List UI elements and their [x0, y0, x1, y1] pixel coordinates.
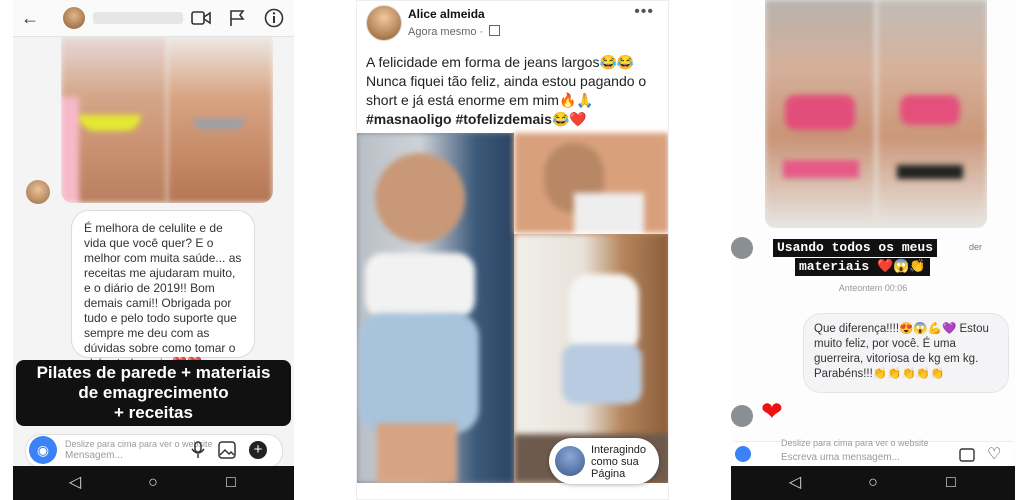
interacting-as-page-toggle[interactable]: Interagindo como sua Página — [549, 438, 659, 484]
nav-recent-icon[interactable]: □ — [221, 473, 241, 493]
post-photo-main[interactable] — [357, 133, 514, 483]
android-nav-bar: ◁ ○ □ — [731, 466, 1015, 500]
post-hashtags[interactable]: #masnaoligo #tofelizdemais😂❤️ — [366, 111, 587, 127]
nav-home-icon[interactable]: ○ — [863, 473, 883, 493]
nav-back-icon[interactable]: ◁ — [65, 473, 85, 493]
post-photo-top-right[interactable] — [514, 133, 668, 233]
post-text: A felicidade em forma de jeans largos😂😂 … — [366, 54, 647, 108]
story-text-line-1: Usando todos os meus — [773, 239, 938, 257]
story-reply-screenshot: Usando todos os meus der materiais ❤️😱👏 … — [731, 0, 1015, 500]
contact-name-redacted — [93, 12, 183, 24]
info-icon[interactable] — [264, 8, 284, 28]
story-text-suffix: der — [969, 242, 983, 252]
sender-avatar[interactable] — [731, 405, 753, 427]
chat-header: ← — [13, 0, 294, 37]
mic-icon[interactable] — [191, 441, 205, 459]
privacy-icon — [489, 25, 501, 36]
post-body: A felicidade em forma de jeans largos😂😂 … — [366, 53, 661, 129]
dm-screenshot-left: ← É melhora de celulite e de vida que vo… — [13, 0, 294, 500]
gallery-icon[interactable] — [218, 441, 236, 459]
message-placeholder: Escreva uma mensagem... — [781, 452, 900, 463]
shared-before-after-photo[interactable] — [61, 37, 273, 203]
interacting-as-page-label: Interagindo como sua Página — [591, 444, 647, 480]
before-photo-half — [61, 37, 167, 203]
story-text-line-2: materiais ❤️😱👏 — [795, 258, 930, 276]
heart-reaction-icon[interactable]: ❤ — [761, 396, 783, 426]
caption-line: de emagrecimento — [78, 383, 229, 402]
sender-avatar[interactable] — [26, 180, 50, 204]
android-nav-bar: ◁ ○ □ — [13, 466, 294, 500]
contact-avatar[interactable] — [63, 7, 85, 29]
overlay-caption: Pilates de parede + materiais de emagrec… — [16, 360, 291, 426]
nav-back-icon[interactable]: ◁ — [785, 473, 805, 493]
caption-line: + receitas — [114, 403, 193, 422]
story-before-after-photo[interactable] — [765, 0, 987, 228]
page-avatar — [555, 446, 585, 476]
after-photo-half — [167, 37, 273, 203]
camera-icon[interactable]: ◉ — [29, 436, 57, 464]
plus-icon[interactable]: + — [249, 441, 267, 459]
camera-icon[interactable] — [735, 446, 751, 462]
gallery-icon[interactable] — [959, 448, 975, 462]
caption-line: Pilates de parede + materiais — [36, 363, 271, 382]
heart-outline-icon[interactable]: ♡ — [987, 444, 1001, 464]
message-placeholder: Mensagem... — [65, 450, 123, 461]
message-bubble: É melhora de celulite e de vida que você… — [71, 210, 255, 370]
more-options-icon[interactable]: ••• — [634, 3, 654, 21]
timestamp-text: Agora mesmo · — [408, 26, 484, 38]
story-author-avatar[interactable] — [731, 237, 753, 259]
author-name[interactable]: Alice almeida — [408, 7, 485, 21]
back-arrow-icon[interactable]: ← — [19, 8, 41, 28]
video-call-icon[interactable] — [191, 10, 211, 26]
message-timestamp: Anteontem 00:06 — [838, 283, 908, 293]
swipe-up-hint: Deslize para cima para ver o website — [781, 438, 929, 448]
author-avatar[interactable] — [366, 5, 402, 41]
nav-home-icon[interactable]: ○ — [143, 473, 163, 493]
facebook-post-screenshot: Alice almeida Agora mesmo · ••• A felici… — [356, 0, 669, 500]
reply-message-bubble: Que diferença!!!!😍😱💪💜 Estou muito feliz,… — [803, 313, 1009, 393]
post-timestamp: Agora mesmo · — [408, 25, 501, 38]
nav-recent-icon[interactable]: □ — [941, 473, 961, 493]
flag-icon[interactable] — [228, 9, 246, 27]
